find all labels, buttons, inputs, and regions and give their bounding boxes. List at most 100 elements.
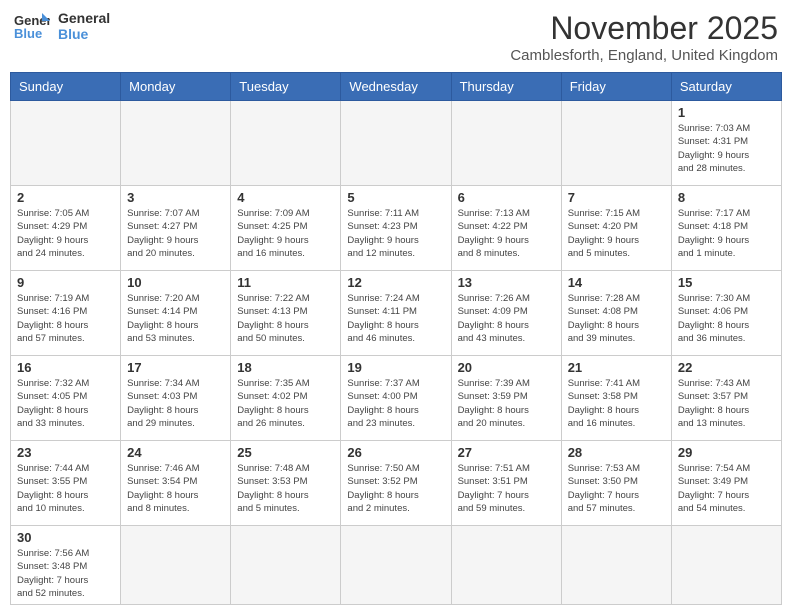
day-info: Sunrise: 7:37 AM Sunset: 4:00 PM Dayligh… xyxy=(347,377,444,430)
day-cell: 23 Sunrise: 7:44 AM Sunset: 3:55 PM Dayli… xyxy=(11,441,121,526)
day-number: 25 xyxy=(237,445,334,460)
day-info: Sunrise: 7:15 AM Sunset: 4:20 PM Dayligh… xyxy=(568,207,665,260)
day-cell: 16 Sunrise: 7:32 AM Sunset: 4:05 PM Dayli… xyxy=(11,356,121,441)
day-number: 7 xyxy=(568,190,665,205)
day-cell: 21Sunrise: 7:41 AM Sunset: 3:58 PM Dayli… xyxy=(561,356,671,441)
day-number: 9 xyxy=(17,275,114,290)
day-cell xyxy=(231,101,341,186)
day-number: 24 xyxy=(127,445,224,460)
day-number: 4 xyxy=(237,190,334,205)
day-cell: 9 Sunrise: 7:19 AM Sunset: 4:16 PM Daylig… xyxy=(11,271,121,356)
day-cell: 11Sunrise: 7:22 AM Sunset: 4:13 PM Dayli… xyxy=(231,271,341,356)
day-number: 19 xyxy=(347,360,444,375)
day-number: 27 xyxy=(458,445,555,460)
day-cell xyxy=(451,526,561,605)
week-row-2: 9 Sunrise: 7:19 AM Sunset: 4:16 PM Daylig… xyxy=(11,271,782,356)
day-info: Sunrise: 7:03 AM Sunset: 4:31 PM Dayligh… xyxy=(678,122,775,175)
location: Camblesforth, England, United Kingdom xyxy=(510,47,778,64)
week-row-0: 1 Sunrise: 7:03 AM Sunset: 4:31 PM Daylig… xyxy=(11,101,782,186)
header-friday: Friday xyxy=(561,73,671,101)
day-cell: 8 Sunrise: 7:17 AM Sunset: 4:18 PM Daylig… xyxy=(671,186,781,271)
day-number: 20 xyxy=(458,360,555,375)
day-cell: 1 Sunrise: 7:03 AM Sunset: 4:31 PM Daylig… xyxy=(671,101,781,186)
day-cell: 10 Sunrise: 7:20 AM Sunset: 4:14 PM Dayli… xyxy=(121,271,231,356)
day-cell: 5 Sunrise: 7:11 AM Sunset: 4:23 PM Daylig… xyxy=(341,186,451,271)
day-info: Sunrise: 7:20 AM Sunset: 4:14 PM Dayligh… xyxy=(127,292,224,345)
day-info: Sunrise: 7:19 AM Sunset: 4:16 PM Dayligh… xyxy=(17,292,114,345)
day-info: Sunrise: 7:44 AM Sunset: 3:55 PM Dayligh… xyxy=(17,462,114,515)
day-info: Sunrise: 7:17 AM Sunset: 4:18 PM Dayligh… xyxy=(678,207,775,260)
day-number: 8 xyxy=(678,190,775,205)
day-info: Sunrise: 7:13 AM Sunset: 4:22 PM Dayligh… xyxy=(458,207,555,260)
header-wednesday: Wednesday xyxy=(341,73,451,101)
day-info: Sunrise: 7:54 AM Sunset: 3:49 PM Dayligh… xyxy=(678,462,775,515)
month-title: November 2025 xyxy=(510,10,778,47)
day-info: Sunrise: 7:56 AM Sunset: 3:48 PM Dayligh… xyxy=(17,547,114,600)
day-info: Sunrise: 7:50 AM Sunset: 3:52 PM Dayligh… xyxy=(347,462,444,515)
day-info: Sunrise: 7:26 AM Sunset: 4:09 PM Dayligh… xyxy=(458,292,555,345)
day-cell: 3Sunrise: 7:07 AM Sunset: 4:27 PM Daylig… xyxy=(121,186,231,271)
day-number: 17 xyxy=(127,360,224,375)
day-cell xyxy=(561,526,671,605)
day-info: Sunrise: 7:51 AM Sunset: 3:51 PM Dayligh… xyxy=(458,462,555,515)
day-number: 12 xyxy=(347,275,444,290)
calendar-header-row: Sunday Monday Tuesday Wednesday Thursday… xyxy=(11,73,782,101)
day-number: 28 xyxy=(568,445,665,460)
day-cell: 17Sunrise: 7:34 AM Sunset: 4:03 PM Dayli… xyxy=(121,356,231,441)
day-cell: 24 Sunrise: 7:46 AM Sunset: 3:54 PM Dayli… xyxy=(121,441,231,526)
header-tuesday: Tuesday xyxy=(231,73,341,101)
day-number: 22 xyxy=(678,360,775,375)
day-info: Sunrise: 7:32 AM Sunset: 4:05 PM Dayligh… xyxy=(17,377,114,430)
day-number: 2 xyxy=(17,190,114,205)
header: General Blue General Blue November 2025 … xyxy=(10,10,782,64)
day-info: Sunrise: 7:53 AM Sunset: 3:50 PM Dayligh… xyxy=(568,462,665,515)
day-cell: 15 Sunrise: 7:30 AM Sunset: 4:06 PM Dayli… xyxy=(671,271,781,356)
day-cell: 7 Sunrise: 7:15 AM Sunset: 4:20 PM Daylig… xyxy=(561,186,671,271)
day-cell xyxy=(671,526,781,605)
day-cell: 30Sunrise: 7:56 AM Sunset: 3:48 PM Dayli… xyxy=(11,526,121,605)
week-row-3: 16 Sunrise: 7:32 AM Sunset: 4:05 PM Dayli… xyxy=(11,356,782,441)
day-cell: 27 Sunrise: 7:51 AM Sunset: 3:51 PM Dayli… xyxy=(451,441,561,526)
day-info: Sunrise: 7:11 AM Sunset: 4:23 PM Dayligh… xyxy=(347,207,444,260)
day-cell xyxy=(11,101,121,186)
day-number: 5 xyxy=(347,190,444,205)
day-info: Sunrise: 7:09 AM Sunset: 4:25 PM Dayligh… xyxy=(237,207,334,260)
day-cell: 13Sunrise: 7:26 AM Sunset: 4:09 PM Dayli… xyxy=(451,271,561,356)
day-number: 26 xyxy=(347,445,444,460)
day-cell xyxy=(451,101,561,186)
logo-blue: Blue xyxy=(58,26,110,42)
day-cell: 25 Sunrise: 7:48 AM Sunset: 3:53 PM Dayli… xyxy=(231,441,341,526)
day-cell xyxy=(561,101,671,186)
day-cell xyxy=(341,526,451,605)
day-number: 15 xyxy=(678,275,775,290)
week-row-1: 2Sunrise: 7:05 AM Sunset: 4:29 PM Daylig… xyxy=(11,186,782,271)
day-number: 1 xyxy=(678,105,775,120)
day-info: Sunrise: 7:48 AM Sunset: 3:53 PM Dayligh… xyxy=(237,462,334,515)
day-number: 16 xyxy=(17,360,114,375)
day-number: 21 xyxy=(568,360,665,375)
day-cell: 20Sunrise: 7:39 AM Sunset: 3:59 PM Dayli… xyxy=(451,356,561,441)
day-number: 3 xyxy=(127,190,224,205)
day-info: Sunrise: 7:35 AM Sunset: 4:02 PM Dayligh… xyxy=(237,377,334,430)
day-cell: 19 Sunrise: 7:37 AM Sunset: 4:00 PM Dayli… xyxy=(341,356,451,441)
logo-general: General xyxy=(58,10,110,26)
week-row-5: 30Sunrise: 7:56 AM Sunset: 3:48 PM Dayli… xyxy=(11,526,782,605)
day-number: 23 xyxy=(17,445,114,460)
day-cell: 29Sunrise: 7:54 AM Sunset: 3:49 PM Dayli… xyxy=(671,441,781,526)
day-cell xyxy=(121,526,231,605)
week-row-4: 23 Sunrise: 7:44 AM Sunset: 3:55 PM Dayli… xyxy=(11,441,782,526)
day-number: 10 xyxy=(127,275,224,290)
day-number: 6 xyxy=(458,190,555,205)
day-number: 18 xyxy=(237,360,334,375)
day-cell: 4 Sunrise: 7:09 AM Sunset: 4:25 PM Daylig… xyxy=(231,186,341,271)
day-info: Sunrise: 7:30 AM Sunset: 4:06 PM Dayligh… xyxy=(678,292,775,345)
logo-icon: General Blue xyxy=(14,11,50,41)
day-cell: 26 Sunrise: 7:50 AM Sunset: 3:52 PM Dayli… xyxy=(341,441,451,526)
day-cell: 12Sunrise: 7:24 AM Sunset: 4:11 PM Dayli… xyxy=(341,271,451,356)
day-info: Sunrise: 7:22 AM Sunset: 4:13 PM Dayligh… xyxy=(237,292,334,345)
day-info: Sunrise: 7:46 AM Sunset: 3:54 PM Dayligh… xyxy=(127,462,224,515)
logo: General Blue General Blue xyxy=(14,10,110,42)
day-cell: 14Sunrise: 7:28 AM Sunset: 4:08 PM Dayli… xyxy=(561,271,671,356)
day-info: Sunrise: 7:28 AM Sunset: 4:08 PM Dayligh… xyxy=(568,292,665,345)
day-cell: 18 Sunrise: 7:35 AM Sunset: 4:02 PM Dayli… xyxy=(231,356,341,441)
